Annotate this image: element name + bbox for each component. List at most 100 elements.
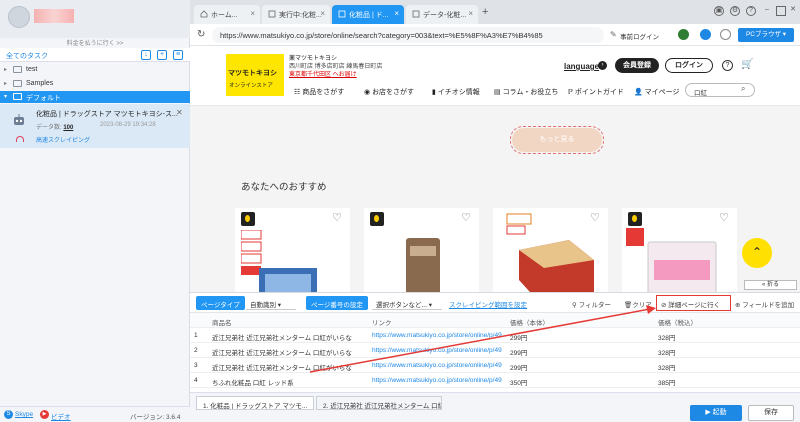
folder-icon [13, 80, 22, 87]
tab-running[interactable]: 実行中:化粧... × [262, 5, 330, 24]
collapse-icon[interactable]: ≡ [173, 50, 183, 60]
product-image [506, 213, 594, 292]
login-button[interactable]: ログイン [665, 58, 713, 73]
tree-item-label: デフォルト [26, 95, 61, 102]
address-bar: ↻ https://www.matsukiyo.co.jp/store/onli… [190, 24, 800, 46]
product-card[interactable]: ♡ [622, 208, 737, 292]
delivery-link[interactable]: 東京都千代田区 へお届け [289, 69, 357, 78]
site-logo[interactable]: マツモトキヨシ オンラインストア [226, 54, 284, 96]
settings-circle-icon[interactable] [720, 29, 731, 40]
run-button[interactable]: ▶ 起動 [690, 405, 742, 421]
gear-icon[interactable]: ⚙ [730, 6, 740, 16]
product-card[interactable]: ♡ [235, 208, 350, 292]
chevron-right-icon[interactable]: › [598, 61, 607, 70]
product-card[interactable]: ♡ [364, 208, 479, 292]
tab-data[interactable]: データ-化粧... × [406, 5, 478, 24]
nav-mypage[interactable]: 👤 マイページ [634, 87, 680, 97]
tree-item-test[interactable]: ▸ test [0, 64, 190, 76]
tab-label: ホーム... [211, 12, 238, 19]
close-icon[interactable]: × [394, 9, 399, 18]
scroll-top-button[interactable]: ⌃ [742, 238, 772, 268]
tab-active-page[interactable]: 化粧品 | ド... × [332, 5, 404, 24]
page-icon [268, 10, 276, 18]
product-card[interactable]: ♡ [493, 208, 608, 292]
skype-icon[interactable]: S [4, 410, 13, 419]
edit-icon[interactable]: ✎ [610, 30, 617, 39]
close-icon[interactable]: ✕ [176, 108, 183, 117]
nav-column[interactable]: ▤ コラム・お役立ち [494, 87, 558, 97]
product-image [241, 230, 317, 292]
left-footer: S Skype ▶ ビデオ バージョン: 3.6.4 [0, 406, 190, 422]
tab-label: 実行中:化粧... [279, 12, 322, 19]
save-button[interactable]: 保存 [748, 405, 794, 421]
result-tab-2[interactable]: 2. 近江兄弟社 近江兄弟社メンターム 口紅がいら... [316, 396, 442, 410]
tree-item-default[interactable]: ▾ デフォルト [0, 91, 190, 103]
nav-stores[interactable]: ◉ お店をさがす [364, 87, 414, 97]
close-icon[interactable]: × [250, 9, 255, 18]
task-date: 2023-08-29 19:34:28 [100, 122, 156, 128]
version-label: バージョン: 3.6.4 [130, 414, 181, 421]
help-icon[interactable]: ? [746, 6, 756, 16]
product-image [626, 228, 717, 292]
pricing-link[interactable]: 料金を払うに行く >> [0, 38, 190, 48]
url-input[interactable]: https://www.matsukiyo.co.jp/store/online… [212, 27, 604, 43]
gift-icon[interactable]: ▣ [714, 6, 724, 16]
help-icon[interactable]: ? [722, 60, 733, 71]
pc-browser-label: PCブラウザ [745, 31, 781, 38]
data-count-label: データ数: [36, 125, 62, 131]
new-folder-icon[interactable]: + [157, 50, 167, 60]
tree-item-samples[interactable]: ▸ Samples [0, 78, 190, 90]
search-icon[interactable]: ⌕ [741, 84, 745, 94]
brand-icon [370, 212, 384, 226]
close-window-icon[interactable]: ✕ [788, 6, 798, 16]
nav-points[interactable]: ℙ ポイントガイド [568, 87, 624, 97]
tab-label: データ-化粧... [423, 12, 467, 19]
product-image [406, 238, 440, 292]
more-button[interactable]: もっと見る [512, 128, 602, 152]
home-icon [200, 10, 208, 18]
task-panel: 料金を払うに行く >> 全てのタスク ↓ + ≡ ▸ test ▸ Sample… [0, 0, 190, 422]
site-header: マツモトキヨシ オンラインストア 薬マツモトキヨシ 西川町店 博多店町店 練馬春… [190, 46, 800, 106]
maximize-icon[interactable] [776, 6, 786, 16]
heart-icon[interactable]: ♡ [461, 211, 471, 224]
pc-browser-dropdown[interactable]: PCブラウザ ▾ [738, 28, 794, 42]
fold-button[interactable]: « 折る [744, 280, 797, 290]
language-link[interactable]: language [564, 62, 599, 71]
video-link[interactable]: ビデオ [51, 411, 71, 421]
close-icon[interactable]: × [320, 9, 325, 18]
task-name: 化粧品 | ドラッグストア マツモトキヨシ-ス... [36, 111, 178, 118]
chevron-down-icon: ▾ [4, 94, 8, 100]
heart-icon[interactable]: ♡ [719, 211, 729, 224]
web-viewport[interactable]: マツモトキヨシ オンラインストア 薬マツモトキヨシ 西川町店 博多店町店 練馬春… [190, 46, 800, 292]
cart-icon[interactable]: 🛒 [741, 59, 753, 70]
skype-link[interactable]: Skype [15, 411, 33, 418]
tab-home[interactable]: ホーム... × [194, 5, 260, 24]
nav-picks[interactable]: ▮ イチオシ情報 [432, 87, 480, 97]
profile-icon[interactable] [700, 29, 711, 40]
new-tab-button[interactable]: + [482, 6, 488, 18]
pre-login-button[interactable]: 事前ログイン [620, 31, 659, 41]
import-icon[interactable]: ↓ [141, 50, 151, 60]
extension-icon[interactable] [678, 29, 689, 40]
tree-item-label: test [26, 66, 38, 73]
reload-icon[interactable]: ↻ [197, 29, 205, 40]
data-count-value[interactable]: 100 [63, 125, 73, 131]
minimize-icon[interactable]: – [762, 6, 772, 16]
nav-label: お店をさがす [372, 89, 415, 96]
result-tab-1[interactable]: 1. 化粧品 | ドラッグストア マツモ... [196, 396, 314, 410]
register-button[interactable]: 会員登録 [615, 58, 659, 73]
heart-icon[interactable]: ♡ [332, 211, 342, 224]
fold-label: 折る [767, 282, 780, 288]
nav-products[interactable]: ☷ 商品をさがす [294, 87, 344, 97]
video-icon[interactable]: ▶ [40, 410, 49, 419]
logo-subtitle: オンラインストア [229, 83, 273, 89]
annotation-arrow [309, 305, 656, 373]
tree-item-label: Samples [26, 80, 54, 87]
close-icon[interactable]: × [468, 9, 473, 18]
folder-icon [13, 66, 22, 73]
avatar[interactable] [8, 6, 30, 28]
task-item[interactable]: 化粧品 | ドラッグストア マツモトキヨシ-ス... データ数: 100 202… [0, 104, 190, 148]
robot-icon [14, 114, 24, 125]
speed-mode-label: 高速スクレイピング [36, 138, 91, 144]
nav-label: コラム・お役立ち [502, 89, 559, 96]
